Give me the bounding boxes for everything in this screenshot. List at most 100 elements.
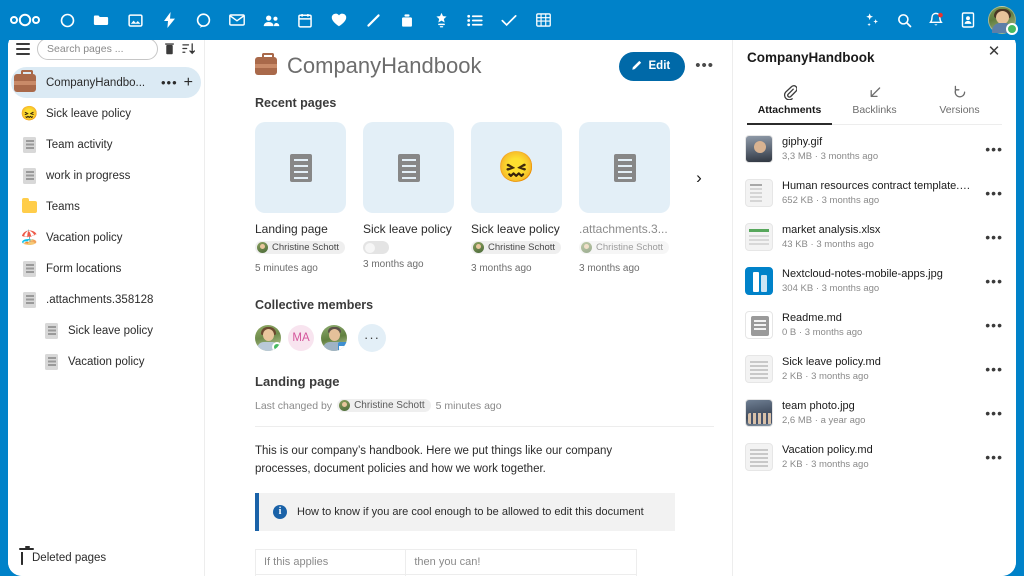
sidebar-item-sick-leave-policy[interactable]: 😖 Sick leave policy bbox=[11, 98, 201, 129]
carousel-next-icon[interactable]: › bbox=[684, 163, 714, 193]
briefcase-icon bbox=[13, 69, 38, 92]
card-title: Sick leave policy bbox=[363, 222, 452, 236]
attachment-thumbnail bbox=[745, 223, 773, 251]
attachment-item[interactable]: Sick leave policy.md 2 KB · 3 months ago… bbox=[733, 347, 1016, 391]
attachment-size: 43 KB bbox=[782, 239, 808, 250]
attachment-actions-icon[interactable]: ••• bbox=[982, 362, 1006, 376]
recent-page-card[interactable]: Sick leave policy 3 months ago bbox=[363, 122, 454, 274]
user-avatar[interactable] bbox=[988, 6, 1018, 35]
attachment-item[interactable]: market analysis.xlsx 43 KB · 3 months ag… bbox=[733, 215, 1016, 259]
landing-page-section: Landing page Last changed by Christine S… bbox=[254, 374, 714, 576]
attachment-item[interactable]: Vacation policy.md 2 KB · 3 months ago •… bbox=[733, 435, 1016, 479]
recent-page-card[interactable]: 😖 Sick leave policy Christine Schott 3 m… bbox=[471, 122, 562, 274]
attachment-meta: 652 KB · 3 months ago bbox=[782, 195, 973, 206]
nextcloud-logo[interactable] bbox=[0, 0, 50, 40]
sidebar-item-vacation-policy[interactable]: 🏖️ Vacation policy bbox=[11, 222, 201, 253]
document-icon bbox=[289, 153, 312, 182]
attachment-actions-icon[interactable]: ••• bbox=[982, 274, 1006, 288]
attachment-item[interactable]: Readme.md 0 B · 3 months ago ••• bbox=[733, 303, 1016, 347]
attachment-actions-icon[interactable]: ••• bbox=[982, 186, 1006, 200]
tasks-icon[interactable] bbox=[458, 0, 492, 40]
member-avatar-3[interactable] bbox=[321, 325, 347, 351]
member-avatar-ma[interactable]: MA bbox=[288, 325, 314, 351]
contacts-menu-icon[interactable] bbox=[952, 0, 984, 40]
edit-button[interactable]: Edit bbox=[618, 51, 686, 81]
attachments-list: giphy.gif 3,3 MB · 3 months ago ••• Huma… bbox=[733, 125, 1016, 576]
tab-attachments[interactable]: Attachments bbox=[747, 79, 832, 125]
attachment-actions-icon[interactable]: ••• bbox=[982, 450, 1006, 464]
sort-order-icon[interactable] bbox=[182, 38, 196, 60]
attachment-actions-icon[interactable]: ••• bbox=[982, 406, 1006, 420]
sidebar-item-attachments[interactable]: .attachments.358128 bbox=[11, 284, 201, 315]
talk-icon[interactable] bbox=[186, 0, 220, 40]
attachment-size: 3,3 MB bbox=[782, 151, 813, 162]
photos-icon[interactable] bbox=[118, 0, 152, 40]
online-status-indicator bbox=[1006, 23, 1018, 35]
files-icon[interactable] bbox=[84, 0, 118, 40]
assistant-icon[interactable] bbox=[856, 0, 888, 40]
last-changed-user-chip[interactable]: Christine Schott bbox=[337, 399, 431, 412]
tab-versions[interactable]: Versions bbox=[917, 79, 1002, 125]
activity-icon[interactable] bbox=[152, 0, 186, 40]
calendar-icon[interactable] bbox=[288, 0, 322, 40]
right-sidebar-title: CompanyHandbook bbox=[747, 50, 875, 65]
search-icon[interactable] bbox=[888, 0, 920, 40]
deleted-pages-button[interactable]: Deleted pages bbox=[8, 540, 204, 576]
callout-text: How to know if you are cool enough to be… bbox=[297, 505, 644, 518]
meta-separator: · bbox=[814, 151, 818, 162]
deck-icon[interactable] bbox=[390, 0, 424, 40]
attachment-actions-icon[interactable]: ••• bbox=[982, 142, 1006, 156]
recent-page-card[interactable]: Landing page Christine Schott 5 minutes … bbox=[255, 122, 346, 274]
notifications-icon[interactable] bbox=[920, 0, 952, 40]
tab-backlinks[interactable]: Backlinks bbox=[832, 79, 917, 125]
attachment-item[interactable]: team photo.jpg 2,6 MB · a year ago ••• bbox=[733, 391, 1016, 435]
add-page-icon[interactable]: + bbox=[184, 74, 193, 90]
author-name: Christine Schott bbox=[272, 242, 340, 253]
trash-icon[interactable] bbox=[163, 38, 177, 60]
page-actions-icon[interactable]: ••• bbox=[161, 76, 178, 89]
sidebar-item-label: CompanyHandbo... bbox=[46, 76, 146, 89]
table-header-cell: then you can! bbox=[405, 548, 637, 575]
close-icon[interactable]: ✕ bbox=[984, 41, 1004, 61]
attachment-actions-icon[interactable]: ••• bbox=[982, 230, 1006, 244]
members-overflow-button[interactable]: ··· bbox=[358, 324, 386, 352]
mail-icon[interactable] bbox=[220, 0, 254, 40]
recent-page-card[interactable]: .attachments.3... Christine Schott 3 mon… bbox=[579, 122, 670, 274]
author-avatar bbox=[339, 400, 351, 411]
trash-icon bbox=[21, 552, 23, 565]
member-avatar-1[interactable] bbox=[255, 325, 281, 351]
checkmark-icon[interactable] bbox=[492, 0, 526, 40]
sidebar-item-teams[interactable]: Teams bbox=[11, 191, 201, 222]
toggle-page-list-icon[interactable] bbox=[14, 38, 32, 60]
attachment-item[interactable]: Human resources contract template.pdf 65… bbox=[733, 171, 1016, 215]
right-sidebar-tabs: Attachments Backlinks Versions bbox=[747, 79, 1002, 125]
members-avatar-list: MA ··· bbox=[255, 324, 714, 352]
table-header-cell: If this applies bbox=[254, 548, 407, 575]
sidebar-item-work-in-progress[interactable]: work in progress bbox=[11, 160, 201, 191]
sidebar-item-team-activity[interactable]: Team activity bbox=[11, 129, 201, 160]
tables-icon[interactable] bbox=[526, 0, 560, 40]
meta-separator: · bbox=[805, 371, 809, 382]
attachment-item[interactable]: Nextcloud-notes-mobile-apps.jpg 304 KB ·… bbox=[733, 259, 1016, 303]
page-menu-icon[interactable]: ••• bbox=[695, 58, 714, 73]
attachment-name: Vacation policy.md bbox=[782, 444, 873, 456]
search-input[interactable] bbox=[37, 37, 158, 60]
document-icon bbox=[21, 290, 38, 309]
collectives-icon[interactable] bbox=[424, 0, 458, 40]
attachment-size: 304 KB bbox=[782, 283, 814, 294]
card-thumbnail: 😖 bbox=[471, 122, 562, 213]
sidebar-item-label: Team activity bbox=[46, 138, 113, 151]
sidebar-item-sick-leave-policy-child[interactable]: Sick leave policy bbox=[11, 315, 201, 346]
notes-icon[interactable] bbox=[356, 0, 390, 40]
paperclip-icon bbox=[747, 85, 832, 101]
attachment-meta: 2,6 MB · a year ago bbox=[782, 415, 973, 426]
health-icon[interactable] bbox=[322, 0, 356, 40]
edit-button-label: Edit bbox=[648, 60, 671, 72]
attachment-actions-icon[interactable]: ••• bbox=[982, 318, 1006, 332]
sidebar-item-vacation-policy-child[interactable]: Vacation policy bbox=[11, 346, 201, 377]
dashboard-icon[interactable] bbox=[50, 0, 84, 40]
sidebar-item-form-locations[interactable]: Form locations bbox=[11, 253, 201, 284]
contacts-icon[interactable] bbox=[254, 0, 288, 40]
attachment-item[interactable]: giphy.gif 3,3 MB · 3 months ago ••• bbox=[733, 127, 1016, 171]
sidebar-item-companyhandbook[interactable]: CompanyHandbo... ••• + bbox=[11, 67, 201, 98]
